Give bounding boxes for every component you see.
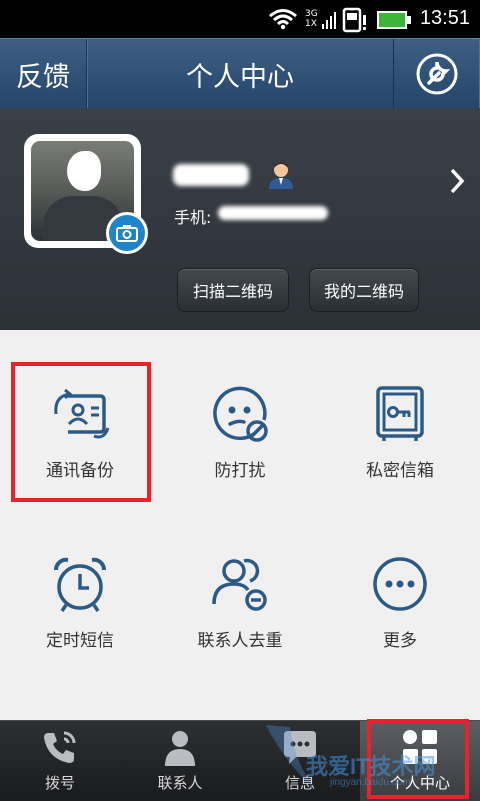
highlight-box-personal-center: [367, 719, 469, 799]
wifi-icon: [269, 9, 297, 30]
feature-contact-dedupe[interactable]: 联系人去重: [160, 500, 320, 670]
change-avatar-button[interactable]: [106, 212, 148, 254]
feature-label: 联系人去重: [197, 631, 283, 651]
network-indicator: 3G 1X: [305, 9, 318, 29]
feature-label: 定时短信: [46, 631, 114, 651]
scan-qr-button[interactable]: 扫描二维码: [177, 268, 289, 312]
nav-label: 拨号: [44, 774, 75, 792]
user-type-icon: [269, 162, 293, 189]
contacts-dedupe-icon: [212, 558, 267, 611]
contact-icon: [165, 731, 195, 766]
feature-do-not-disturb[interactable]: 防打扰: [160, 330, 320, 500]
nav-dialer[interactable]: 拨号: [0, 721, 120, 801]
more-icon: [373, 557, 427, 611]
phone-icon: [44, 731, 76, 763]
feedback-button[interactable]: 反馈: [0, 39, 87, 109]
settings-button[interactable]: [393, 39, 480, 109]
page-title: 个人中心: [186, 61, 294, 93]
private-safe-icon: [376, 386, 424, 441]
nav-label: 联系人: [157, 774, 203, 792]
status-bar: 3G 1X 13:51: [0, 0, 480, 38]
clock: 13:51: [419, 7, 470, 29]
nav-label: 信息: [284, 774, 315, 792]
nav-messages[interactable]: 信息: [240, 721, 360, 801]
my-qr-button[interactable]: 我的二维码: [309, 268, 419, 312]
alarm-clock-icon: [54, 557, 106, 612]
phone-number-redacted: [218, 206, 328, 220]
camera-icon: [116, 225, 138, 242]
wrench-icon: [416, 53, 458, 95]
message-icon: [284, 731, 316, 764]
phone-label: 手机:: [174, 208, 212, 227]
nav-contacts[interactable]: 联系人: [120, 721, 240, 801]
do-not-disturb-icon: [213, 386, 268, 442]
feature-private-inbox[interactable]: 私密信箱: [320, 330, 480, 500]
feature-label: 更多: [383, 631, 417, 651]
username-redacted: [173, 164, 249, 186]
highlight-box-contacts-backup: [11, 362, 151, 502]
signal-icon: [322, 12, 336, 29]
feature-scheduled-sms[interactable]: 定时短信: [0, 500, 160, 670]
feature-more[interactable]: 更多: [320, 500, 480, 670]
feature-label: 私密信箱: [366, 461, 434, 481]
feature-label: 防打扰: [214, 461, 266, 481]
app-header: 反馈 个人中心: [0, 38, 480, 109]
chevron-right-icon[interactable]: [448, 166, 466, 196]
sim-icon: [342, 7, 366, 33]
battery-icon: [377, 11, 411, 29]
profile-panel: 手机: 扫描二维码 我的二维码: [0, 108, 480, 330]
